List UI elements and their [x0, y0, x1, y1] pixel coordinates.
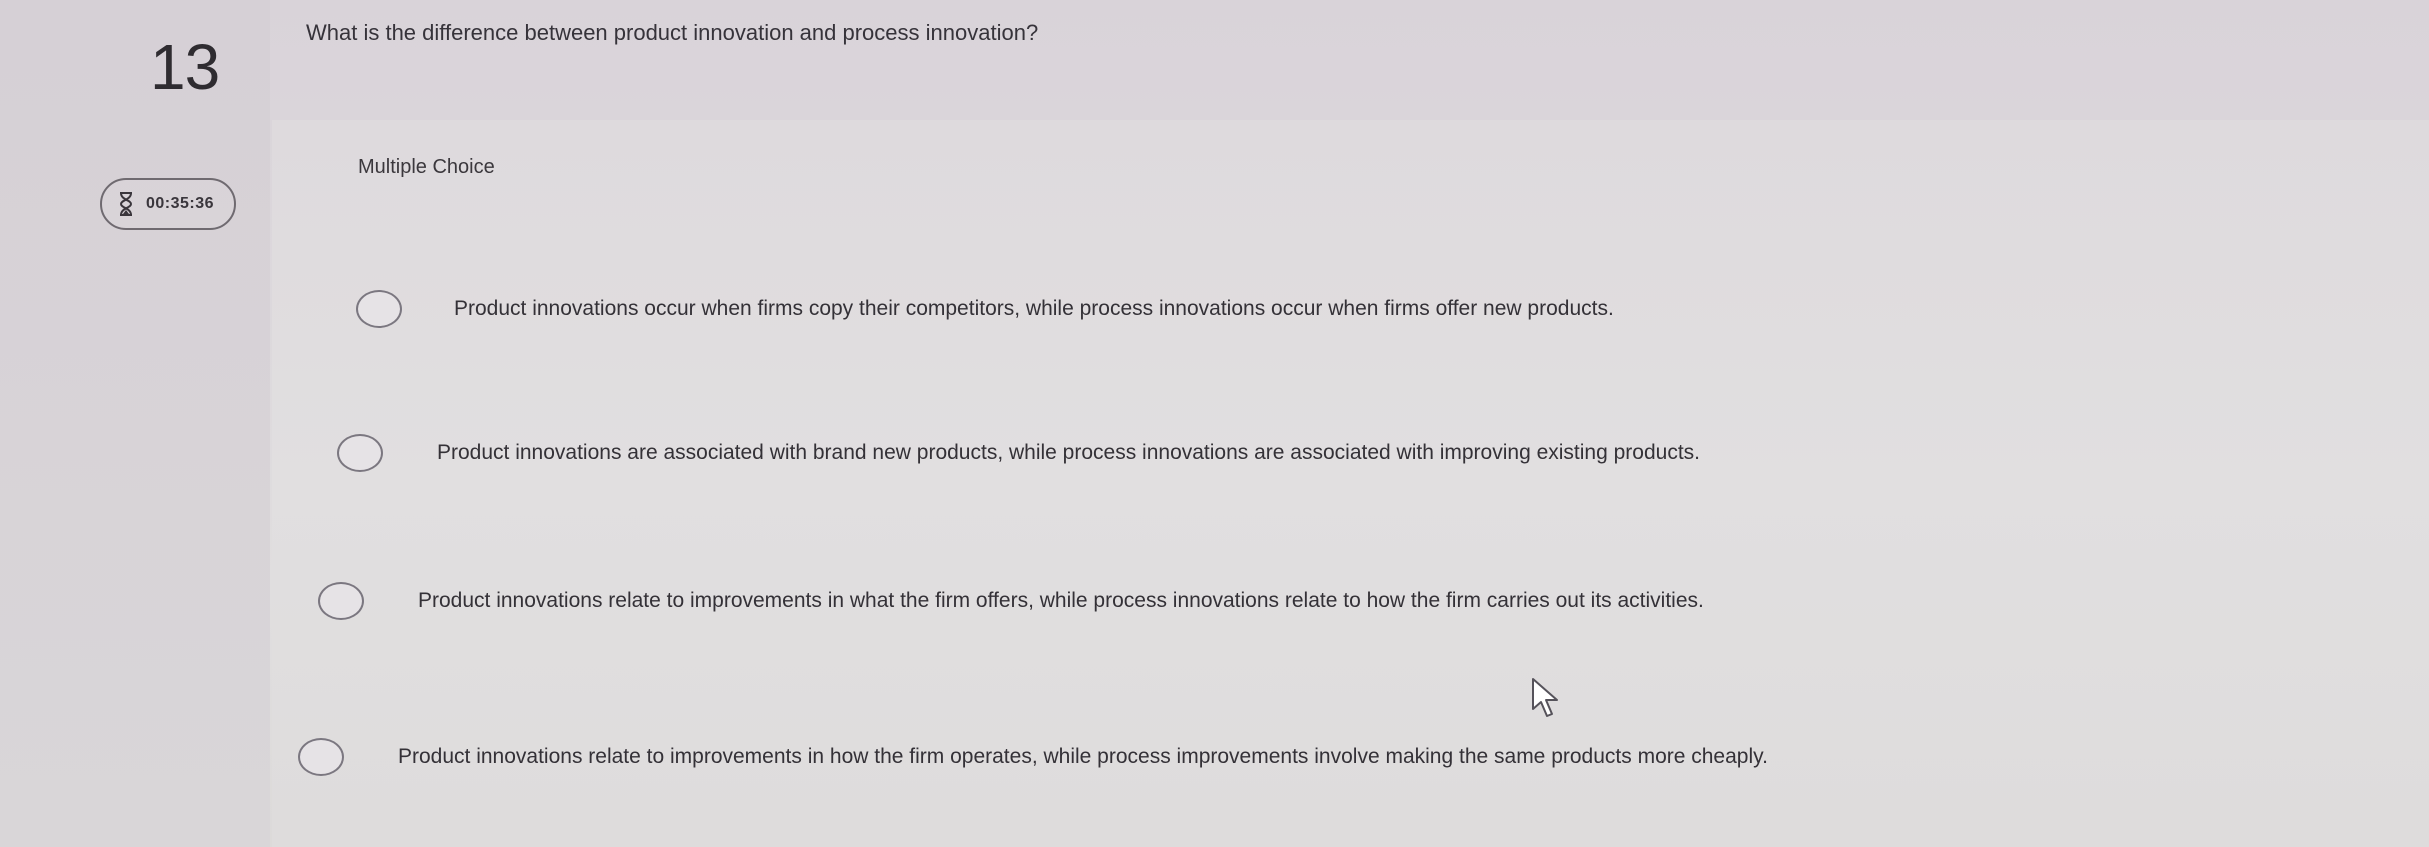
radio-button[interactable] — [337, 434, 383, 472]
answer-option[interactable]: Product innovations occur when firms cop… — [356, 290, 1614, 328]
timer-badge[interactable]: 00:35:36 — [100, 178, 236, 230]
timer-value: 00:35:36 — [146, 195, 215, 212]
hourglass-icon — [118, 191, 134, 217]
answer-option[interactable]: Product innovations relate to improvemen… — [318, 582, 1704, 620]
answer-option-label: Product innovations relate to improvemen… — [398, 745, 1768, 768]
answer-option-label: Product innovations relate to improvemen… — [418, 589, 1704, 612]
answer-option[interactable]: Product innovations are associated with … — [337, 434, 1700, 472]
left-sidebar — [0, 0, 270, 847]
question-type-label: Multiple Choice — [358, 156, 495, 178]
answer-option-label: Product innovations occur when firms cop… — [454, 297, 1614, 320]
mouse-pointer-icon — [1530, 676, 1566, 725]
radio-button[interactable] — [298, 738, 344, 776]
question-number: 13 — [150, 31, 220, 103]
question-prompt: What is the difference between product i… — [306, 20, 1039, 45]
radio-button[interactable] — [318, 582, 364, 620]
radio-button[interactable] — [356, 290, 402, 328]
answer-option[interactable]: Product innovations relate to improvemen… — [298, 738, 1768, 776]
answer-option-label: Product innovations are associated with … — [437, 441, 1701, 464]
